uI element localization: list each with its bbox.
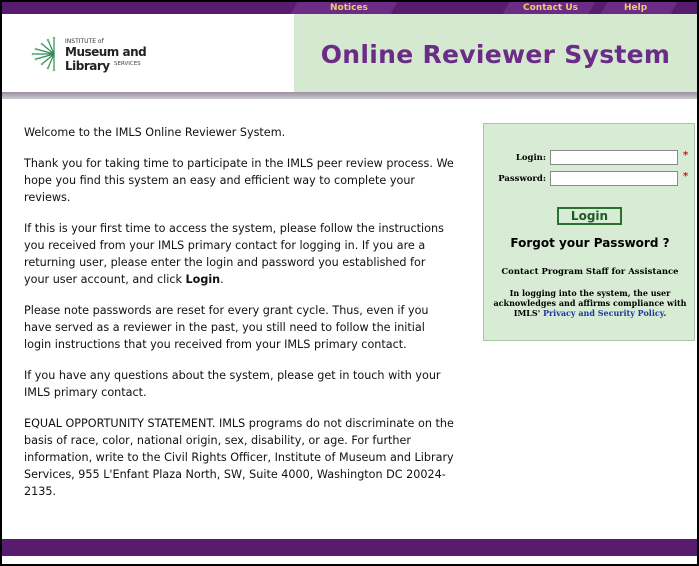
thanks-paragraph: Thank you for taking time to participate… — [24, 157, 454, 204]
login-label: Login: — [515, 153, 546, 163]
privacy-policy-link[interactable]: Privacy and Security Policy — [543, 308, 664, 318]
contact-staff-link[interactable]: Contact Program Staff for Assistance — [484, 267, 696, 277]
login-button[interactable]: Login — [557, 207, 622, 225]
notice-end: . — [663, 308, 667, 318]
nav-link-help[interactable]: Help — [624, 2, 647, 14]
password-row: Password: * — [484, 170, 696, 188]
page-frame: Notices Contact Us Help INSTITUTE of Mus… — [0, 0, 699, 566]
login-panel: Login: * Password: * Login Forgot your P… — [483, 123, 695, 341]
required-marker: * — [683, 150, 689, 161]
equal-opportunity-paragraph: EQUAL OPPORTUNITY STATEMENT. IMLS progra… — [24, 417, 454, 498]
login-notice: In logging into the system, the user ack… — [488, 288, 692, 318]
imls-logo[interactable]: INSTITUTE of Museum and Library SERVICES — [30, 36, 180, 73]
required-marker: * — [683, 171, 689, 182]
password-input[interactable] — [550, 171, 678, 186]
header-divider — [2, 92, 697, 99]
title-banner: Online Reviewer System — [294, 14, 697, 92]
login-input[interactable] — [550, 150, 678, 165]
logo-text-museum-library: Museum and Library — [65, 45, 147, 73]
logo-text-institute: INSTITUTE of — [65, 38, 104, 45]
page-title: Online Reviewer System — [320, 40, 671, 69]
questions-paragraph: If you have any questions about the syst… — [24, 369, 441, 399]
logo-text-services: SERVICES — [114, 61, 141, 67]
instructions-text: If this is your first time to access the… — [24, 222, 444, 286]
login-row: Login: * — [484, 149, 696, 167]
forgot-password-link[interactable]: Forgot your Password ? — [484, 236, 696, 250]
logo-sunburst-icon — [31, 36, 56, 72]
welcome-content: Welcome to the IMLS Online Reviewer Syst… — [24, 124, 454, 514]
instructions-paragraph: If this is your first time to access the… — [24, 220, 454, 288]
logo-area: INSTITUTE of Museum and Library SERVICES — [2, 14, 294, 92]
password-reset-paragraph: Please note passwords are reset for ever… — [24, 304, 429, 351]
welcome-paragraph: Welcome to the IMLS Online Reviewer Syst… — [24, 126, 286, 139]
top-nav-bar: Notices Contact Us Help — [2, 2, 697, 14]
header: INSTITUTE of Museum and Library SERVICES… — [2, 14, 697, 92]
nav-link-notices[interactable]: Notices — [330, 2, 368, 14]
password-label: Password: — [498, 174, 546, 184]
instructions-end: . — [220, 273, 224, 286]
instructions-login-bold: Login — [185, 273, 221, 286]
nav-link-contact-us[interactable]: Contact Us — [523, 2, 578, 14]
footer-bar — [2, 539, 697, 556]
